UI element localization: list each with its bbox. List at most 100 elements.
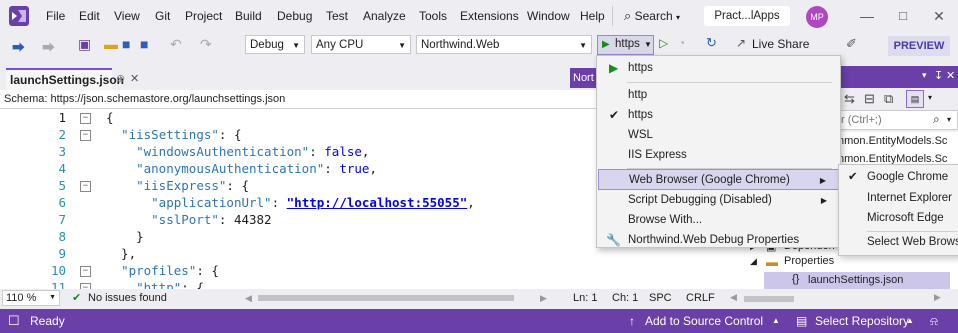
properties-icon[interactable]: ▤ bbox=[906, 90, 924, 108]
zoom-select[interactable]: 110 % ▼ bbox=[2, 290, 60, 306]
submenu-google-chrome[interactable]: ✔ Google Chrome bbox=[839, 167, 958, 188]
dropdown-profile-http[interactable]: http bbox=[598, 85, 839, 106]
menu-window[interactable]: Window bbox=[527, 9, 570, 23]
schema-bar[interactable]: Schema: https://json.schemastore.org/lau… bbox=[0, 90, 620, 109]
live-share-label[interactable]: Live Share bbox=[752, 37, 809, 51]
dropdown-run-https[interactable]: ▶ https bbox=[598, 58, 839, 79]
menu-project[interactable]: Project bbox=[185, 9, 222, 23]
scroll-right-icon[interactable]: ▶ bbox=[540, 289, 547, 308]
select-repository[interactable]: Select Repository bbox=[815, 309, 909, 333]
fold-toggle-icon[interactable]: − bbox=[80, 113, 91, 124]
whitespace-mode[interactable]: SPC bbox=[649, 289, 672, 308]
submenu-arrow-icon: ▶ bbox=[819, 176, 826, 185]
submenu-microsoft-edge[interactable]: Microsoft Edge bbox=[839, 208, 958, 229]
save-icon[interactable]: ■ bbox=[122, 36, 130, 52]
startup-project-select[interactable]: Northwind.Web ▼ bbox=[416, 35, 592, 54]
line-number: 1 bbox=[58, 110, 66, 125]
sync-icon[interactable]: ⇆ bbox=[844, 91, 855, 107]
editor-status-bar: 110 % ▼ ✔ No issues found ◀ ▶ Ln: 1 Ch: … bbox=[0, 289, 720, 308]
close-tab-icon[interactable]: ✕ bbox=[130, 72, 139, 85]
tree-item[interactable]: nmon.EntityModels.Sc bbox=[838, 135, 947, 147]
search-button[interactable]: ⌕ Search ▾ bbox=[624, 8, 698, 25]
ready-status: Ready bbox=[30, 314, 65, 328]
schema-url[interactable]: https://json.schemastore.org/launchsetti… bbox=[50, 93, 285, 105]
scroll-right-icon[interactable]: ▶ bbox=[934, 292, 941, 303]
menu-build[interactable]: Build bbox=[235, 9, 262, 23]
fold-toggle-icon[interactable]: − bbox=[80, 181, 91, 192]
back-icon[interactable]: ⮕ bbox=[12, 37, 25, 56]
pin-icon[interactable]: ↧ bbox=[934, 69, 943, 82]
solution-explorer-search[interactable]: r (Ctrl+;) ⌕ ▾ bbox=[838, 110, 958, 130]
start-without-debugging-icon[interactable]: ▷ bbox=[659, 36, 668, 50]
solution-explorer-scrollbar[interactable]: ◀ ▶ bbox=[720, 289, 958, 309]
dropdown-script-debugging[interactable]: Script Debugging (Disabled) ▶ bbox=[598, 190, 839, 211]
live-share-icon[interactable]: ↗ bbox=[736, 36, 746, 50]
close-icon[interactable]: ✕ bbox=[924, 6, 954, 26]
show-all-files-icon[interactable]: ⧉ bbox=[884, 91, 893, 107]
line-number: 4 bbox=[58, 161, 66, 176]
arrow-up-icon: ↑ bbox=[629, 314, 635, 328]
line-number: 6 bbox=[58, 195, 66, 210]
fold-toggle-icon[interactable]: − bbox=[80, 266, 91, 277]
tree-item-properties[interactable]: Properties bbox=[784, 255, 834, 267]
fold-toggle-icon[interactable]: − bbox=[80, 130, 91, 141]
chevron-down-icon[interactable]: ▾ bbox=[922, 70, 927, 81]
dropdown-profile-https[interactable]: ✔ https bbox=[598, 105, 839, 126]
forward-icon[interactable]: ⮕ bbox=[42, 37, 55, 56]
collapse-arrow-icon[interactable]: ◢ bbox=[750, 256, 757, 267]
scroll-left-icon[interactable]: ◀ bbox=[245, 289, 252, 308]
undo-icon[interactable]: ↶ bbox=[170, 36, 182, 53]
collapse-all-icon[interactable]: ⊟ bbox=[864, 91, 875, 107]
menu-extensions[interactable]: Extensions bbox=[460, 9, 519, 23]
tree-item-launch-settings[interactable]: {} launchSettings.json bbox=[764, 272, 950, 290]
line-number[interactable]: Ln: 1 bbox=[573, 289, 597, 308]
platform-select[interactable]: Any CPU ▼ bbox=[311, 35, 411, 54]
submenu-internet-explorer[interactable]: Internet Explorer bbox=[839, 188, 958, 209]
configuration-select[interactable]: Debug ▼ bbox=[245, 35, 305, 54]
menu-git[interactable]: Git bbox=[155, 9, 170, 23]
submenu-select-web-browser[interactable]: Select Web Browser bbox=[839, 232, 958, 253]
dropdown-item-label: IIS Express bbox=[628, 149, 687, 161]
pin-icon[interactable]: ⊕ bbox=[116, 72, 125, 85]
submenu-item-label: Internet Explorer bbox=[867, 192, 953, 204]
dropdown-profile-wsl[interactable]: WSL bbox=[598, 125, 839, 146]
zoom-value: 110 % bbox=[6, 292, 37, 304]
menu-debug[interactable]: Debug bbox=[277, 9, 312, 23]
refresh-icon[interactable]: ↻ bbox=[706, 35, 717, 51]
new-project-icon[interactable]: ▣ bbox=[78, 36, 91, 53]
dropdown-item-label: Browse With... bbox=[628, 214, 703, 226]
preview-badge[interactable]: PREVIEW bbox=[888, 36, 950, 56]
feedback-icon[interactable]: ✐ bbox=[846, 36, 857, 52]
avatar[interactable]: MP bbox=[806, 6, 828, 28]
dropdown-profile-iis-express[interactable]: IIS Express bbox=[598, 145, 839, 166]
hot-reload-icon[interactable]: ◔ bbox=[678, 36, 685, 50]
menu-edit[interactable]: Edit bbox=[79, 9, 100, 23]
open-folder-icon[interactable]: ▬ bbox=[104, 36, 118, 52]
add-to-source-control[interactable]: Add to Source Control bbox=[645, 309, 763, 333]
column-number[interactable]: Ch: 1 bbox=[612, 289, 638, 308]
run-button[interactable]: ▶ https ▼ bbox=[597, 35, 654, 55]
menu-file[interactable]: File bbox=[46, 9, 65, 23]
bell-icon[interactable]: ⍾ bbox=[930, 309, 938, 333]
line-ending[interactable]: CRLF bbox=[686, 289, 715, 308]
menu-test[interactable]: Test bbox=[326, 9, 348, 23]
scroll-thumb[interactable] bbox=[744, 296, 794, 302]
close-icon[interactable]: ✕ bbox=[946, 69, 955, 82]
dropdown-debug-properties[interactable]: 🔧 Northwind.Web Debug Properties bbox=[598, 230, 839, 251]
minimize-icon[interactable]: — bbox=[852, 6, 882, 26]
horizontal-scrollbar[interactable] bbox=[258, 295, 514, 301]
menu-tools[interactable]: Tools bbox=[419, 9, 447, 23]
dropdown-web-browser[interactable]: Web Browser (Google Chrome) ▶ bbox=[598, 169, 839, 190]
redo-icon[interactable]: ↷ bbox=[200, 36, 212, 53]
dropdown-browse-with[interactable]: Browse With... bbox=[598, 210, 839, 231]
save-all-icon[interactable]: ■ bbox=[140, 36, 148, 52]
chevron-down-icon[interactable]: ▾ bbox=[928, 93, 932, 102]
issues-status[interactable]: No issues found bbox=[88, 289, 167, 308]
scroll-left-icon[interactable]: ◀ bbox=[730, 292, 737, 303]
solution-name[interactable]: Pract...lApps bbox=[704, 6, 790, 26]
tab-launch-settings[interactable]: launchSettings.json bbox=[6, 68, 124, 90]
menu-view[interactable]: View bbox=[114, 9, 140, 23]
menu-help[interactable]: Help bbox=[580, 9, 605, 23]
maximize-icon[interactable]: □ bbox=[888, 6, 918, 26]
menu-analyze[interactable]: Analyze bbox=[363, 9, 406, 23]
